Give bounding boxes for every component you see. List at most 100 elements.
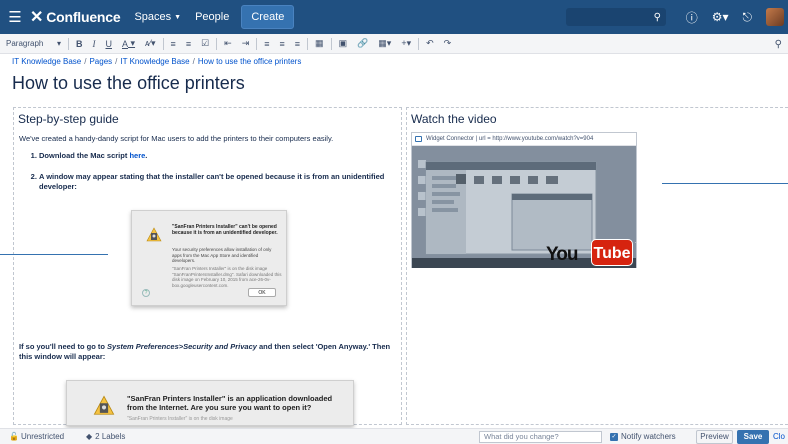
text-size-icon[interactable]: ᴀ⁄▾ xyxy=(140,34,161,54)
align-left-icon[interactable]: ≡ xyxy=(259,34,274,54)
align-center-icon[interactable]: ≡ xyxy=(275,34,290,54)
outdent-icon[interactable]: ⇤ xyxy=(219,34,237,54)
warning-lock-icon xyxy=(93,395,115,415)
youtube-trademark: TM xyxy=(635,242,636,248)
youtube-logo-you: You xyxy=(546,244,579,265)
people-label: People xyxy=(195,11,230,23)
breadcrumb: IT Knowledge Base / Pages / IT Knowledge Bas… xyxy=(12,57,301,66)
undo-icon[interactable]: ↶ xyxy=(421,34,439,54)
search-icon: ⚲ xyxy=(653,11,661,23)
underline-button[interactable]: U xyxy=(101,34,118,54)
steps-list: Download the Mac script here. A window m… xyxy=(27,151,401,192)
align-right-icon[interactable]: ≡ xyxy=(290,34,305,54)
widget-header: Widget Connector | url = http://www.yout… xyxy=(412,133,636,146)
column-divider-handle-left[interactable] xyxy=(0,254,108,255)
checkbox-checked-icon: ✓ xyxy=(610,432,618,441)
breadcrumb-item-pages[interactable]: Pages xyxy=(89,57,112,66)
italic-button[interactable]: I xyxy=(88,34,101,54)
paragraph-style-dropdown[interactable]: Paragraph ▾ xyxy=(0,34,66,54)
page-layout-icon[interactable]: ▦ xyxy=(310,34,329,54)
screenshot-unidentified-developer[interactable]: "SanFran Printers Installer" can't be op… xyxy=(131,210,287,306)
dialog-ok-button: OK xyxy=(248,288,276,297)
screenshot-open-anyway[interactable]: "SanFran Printers Installer" is an appli… xyxy=(66,380,354,426)
bullet-list-icon[interactable]: ≡ xyxy=(166,34,181,54)
help-icon: ? xyxy=(142,289,150,297)
notify-watchers-checkbox[interactable]: ✓ Notify watchers xyxy=(610,432,676,441)
editor-toolbar: Paragraph ▾ B I U A ▾ ᴀ⁄▾ ≡ ≡ ☑ ⇤ ⇥ ≡ ≡ … xyxy=(0,34,788,54)
text-color-button[interactable]: A ▾ xyxy=(117,34,140,54)
divider xyxy=(162,37,164,50)
breadcrumb-item-space[interactable]: IT Knowledge Base xyxy=(12,57,81,66)
preview-button[interactable]: Preview xyxy=(696,430,733,444)
insert-more-icon[interactable]: +▾ xyxy=(396,34,416,54)
change-comment-input[interactable]: What did you change? xyxy=(479,431,602,443)
divider xyxy=(256,37,258,50)
people-link[interactable]: People xyxy=(195,11,229,23)
spaces-label: Spaces xyxy=(134,11,172,23)
page-title[interactable]: How to use the office printers xyxy=(12,73,245,94)
dialog-detail: "SanFran Printers Installer" is on the d… xyxy=(127,416,233,422)
restrictions-button[interactable]: 🔓 Unrestricted xyxy=(9,432,64,441)
labels-count: 2 Labels xyxy=(95,432,126,441)
task-list-icon[interactable]: ☑ xyxy=(196,34,214,54)
notifications-icon[interactable]: ⎋ xyxy=(743,10,753,25)
widget-label: Widget Connector | url = http://www.yout… xyxy=(426,136,594,142)
list-item[interactable]: A window may appear stating that the ins… xyxy=(39,172,401,192)
confluence-logo[interactable]: ✕ Confluence xyxy=(30,7,121,27)
gear-icon[interactable]: ⚙▾ xyxy=(712,10,729,24)
breadcrumb-separator: / xyxy=(84,57,87,66)
indent-icon[interactable]: ⇥ xyxy=(237,34,255,54)
dialog-detail: "SanFran Printers Installer" is on the d… xyxy=(172,266,282,288)
list-item[interactable]: Download the Mac script here. xyxy=(39,151,401,161)
close-button[interactable]: Clo xyxy=(773,432,785,441)
find-icon[interactable]: ⚲ xyxy=(775,39,782,50)
avatar[interactable] xyxy=(766,8,784,26)
search-input[interactable]: ⚲ xyxy=(566,8,666,26)
video-heading[interactable]: Watch the video xyxy=(411,112,788,126)
top-navigation-bar: ☰ ✕ Confluence Spaces ▼ People Create ⚲ … xyxy=(0,0,788,34)
step1-text: Download the Mac script xyxy=(39,151,130,160)
paragraph-style-label: Paragraph xyxy=(6,39,44,48)
video-thumbnail[interactable]: You Tube TM xyxy=(412,146,636,268)
notify-label: Notify watchers xyxy=(621,432,676,441)
widget-connector[interactable]: Widget Connector | url = http://www.yout… xyxy=(411,132,637,268)
menu-icon[interactable]: ☰ xyxy=(4,0,26,34)
bold-button[interactable]: B xyxy=(71,34,88,54)
breadcrumb-item-current[interactable]: How to use the office printers xyxy=(198,57,301,66)
right-content-column[interactable]: Watch the video Widget Connector | url =… xyxy=(406,107,788,425)
create-button[interactable]: Create xyxy=(241,5,295,29)
breadcrumb-separator: / xyxy=(192,57,195,66)
image-icon[interactable]: ▣ xyxy=(334,34,353,54)
left-content-column[interactable]: Step-by-step guide We've created a handy… xyxy=(13,107,402,426)
dialog-title: "SanFran Printers Installer" is an appli… xyxy=(127,394,333,412)
link-icon[interactable]: 🔗 xyxy=(352,34,373,54)
step2-text: A window may appear stating that the ins… xyxy=(39,172,385,191)
security-instructions-text[interactable]: If so you'll need to go to System Prefer… xyxy=(19,342,399,362)
app-name: Confluence xyxy=(46,9,121,25)
intro-text[interactable]: We've created a handy-dandy script for M… xyxy=(19,134,401,143)
tag-icon: ◆ xyxy=(86,432,93,441)
divider xyxy=(68,37,69,50)
chevron-down-icon: ▾ xyxy=(56,39,61,48)
restrictions-label: Unrestricted xyxy=(20,432,65,441)
para2-italic: System Preferences>Security and Privacy xyxy=(107,342,257,351)
confluence-x-icon: ✕ xyxy=(30,9,44,26)
unlock-icon: 🔓 xyxy=(9,432,19,441)
column-divider-handle-right[interactable] xyxy=(662,183,788,184)
labels-button[interactable]: ◆ 2 Labels xyxy=(86,432,125,441)
help-icon[interactable]: ⓘ xyxy=(686,9,698,26)
step1-suffix: . xyxy=(145,151,148,160)
redo-icon[interactable]: ↷ xyxy=(439,34,457,54)
divider xyxy=(216,37,218,50)
chevron-down-icon: ▼ xyxy=(174,13,182,21)
save-button[interactable]: Save xyxy=(737,430,769,444)
breadcrumb-item-parent[interactable]: IT Knowledge Base xyxy=(120,57,189,66)
divider xyxy=(330,37,332,50)
table-icon[interactable]: ▦▾ xyxy=(373,34,396,54)
youtube-logo-tube: Tube xyxy=(591,239,633,266)
step-guide-heading[interactable]: Step-by-step guide xyxy=(18,112,401,126)
spaces-menu[interactable]: Spaces ▼ xyxy=(134,11,181,23)
numbered-list-icon[interactable]: ≡ xyxy=(181,34,196,54)
dialog-body: Your security preferences allow installa… xyxy=(172,247,272,263)
download-script-link[interactable]: here xyxy=(129,151,145,160)
